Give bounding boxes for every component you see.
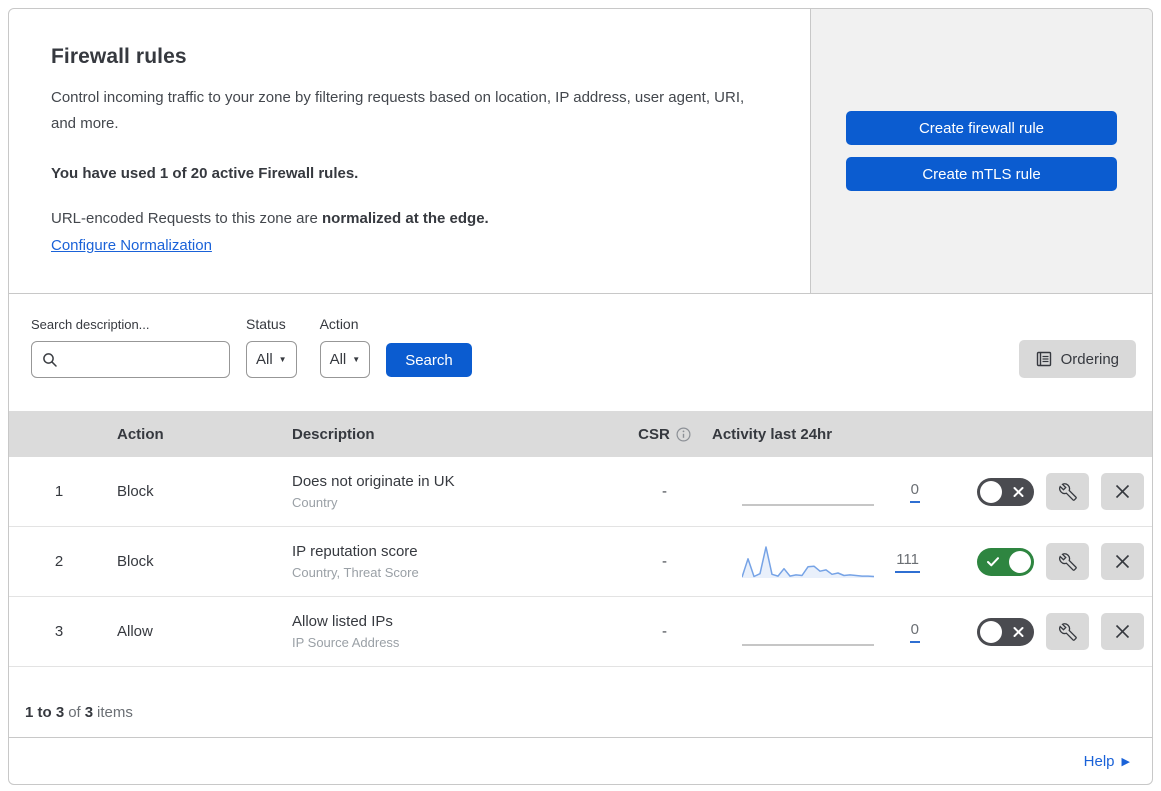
rule-controls: [922, 543, 1152, 580]
table-row: 3 Allow Allow listed IPs IP Source Addre…: [9, 597, 1152, 667]
configure-normalization-link[interactable]: Configure Normalization: [51, 237, 212, 254]
wrench-icon: [1058, 552, 1077, 571]
header-text-block: Firewall rules Control incoming traffic …: [9, 9, 810, 293]
toggle-knob: [1009, 550, 1031, 573]
rule-description: Allow listed IPs: [292, 613, 393, 630]
toggle-knob: [980, 480, 1002, 503]
rule-criteria: Country, Threat Score: [292, 565, 419, 580]
close-icon: [1115, 484, 1130, 499]
x-icon: [1013, 626, 1024, 637]
column-header-description: Description: [292, 425, 375, 443]
rule-activity-cell: 0: [712, 613, 922, 651]
rule-action: Block: [117, 483, 154, 500]
rule-priority: 2: [54, 553, 64, 570]
edit-rule-button[interactable]: [1046, 473, 1089, 510]
ordering-list-icon: [1036, 351, 1052, 367]
firewall-rules-card: Firewall rules Control incoming traffic …: [8, 8, 1153, 785]
create-firewall-rule-button[interactable]: Create firewall rule: [846, 111, 1117, 145]
ordering-button[interactable]: Ordering: [1018, 340, 1136, 378]
create-mtls-rule-button[interactable]: Create mTLS rule: [846, 157, 1117, 191]
activity-sparkline: [741, 543, 875, 581]
x-icon: [1013, 486, 1024, 497]
column-header-action: Action: [117, 425, 164, 443]
rule-description-cell: Does not originate in UK Country: [282, 473, 617, 510]
rule-controls: [922, 613, 1152, 650]
rule-controls: [922, 473, 1152, 510]
activity-count-link[interactable]: 0: [909, 621, 920, 643]
wrench-icon: [1058, 482, 1077, 501]
search-input-container: [31, 341, 230, 378]
rule-criteria: IP Source Address: [292, 635, 400, 650]
delete-rule-button[interactable]: [1101, 543, 1144, 580]
page-title: Firewall rules: [51, 45, 187, 68]
rule-csr: -: [662, 483, 667, 500]
rule-description-cell: IP reputation score Country, Threat Scor…: [282, 543, 617, 580]
delete-rule-button[interactable]: [1101, 613, 1144, 650]
search-button[interactable]: Search: [386, 343, 472, 377]
rule-description: Does not originate in UK: [292, 473, 455, 490]
status-label: Status: [246, 316, 286, 332]
rule-priority: 1: [54, 483, 64, 500]
table-row: 2 Block IP reputation score Country, Thr…: [9, 527, 1152, 597]
action-label: Action: [319, 316, 359, 332]
column-header-csr: CSR: [617, 426, 712, 443]
close-icon: [1115, 624, 1130, 639]
usage-summary: You have used 1 of 20 active Firewall ru…: [51, 165, 359, 182]
activity-sparkline: [742, 613, 874, 651]
info-icon[interactable]: [676, 426, 691, 442]
edit-rule-button[interactable]: [1046, 613, 1089, 650]
status-dropdown[interactable]: All ▼: [246, 341, 297, 378]
wrench-icon: [1058, 622, 1077, 641]
rule-activity-cell: 0: [712, 473, 922, 511]
page-description: Control incoming traffic to your zone by…: [51, 89, 745, 132]
activity-count-link[interactable]: 0: [909, 481, 920, 503]
column-header-activity: Activity last 24hr: [712, 425, 833, 443]
help-link[interactable]: Help ▶: [1084, 753, 1130, 770]
rule-csr: -: [662, 553, 667, 570]
rule-description-cell: Allow listed IPs IP Source Address: [282, 613, 617, 650]
table-header: Action Description CSR Activity last 24h…: [9, 411, 1152, 457]
rule-description: IP reputation score: [292, 543, 418, 560]
activity-sparkline: [742, 473, 874, 511]
rule-action: Block: [117, 553, 154, 570]
filter-section: Search description... Status All ▼ Actio: [9, 294, 1152, 411]
chevron-down-icon: ▼: [278, 355, 287, 364]
search-input[interactable]: [66, 351, 216, 368]
table-row: 1 Block Does not originate in UK Country…: [9, 457, 1152, 527]
chevron-down-icon: ▼: [352, 355, 361, 364]
action-dropdown[interactable]: All ▼: [319, 341, 371, 378]
arrow-right-icon: ▶: [1121, 755, 1130, 768]
edit-rule-button[interactable]: [1046, 543, 1089, 580]
rule-priority: 3: [54, 623, 64, 640]
actions-panel: Create firewall rule Create mTLS rule: [810, 9, 1152, 293]
rule-enabled-toggle[interactable]: [977, 547, 1034, 576]
delete-rule-button[interactable]: [1101, 473, 1144, 510]
rule-enabled-toggle[interactable]: [977, 617, 1034, 646]
close-icon: [1115, 554, 1130, 569]
rule-enabled-toggle[interactable]: [977, 477, 1034, 506]
rule-activity-cell: 111: [712, 543, 922, 581]
search-icon: [42, 352, 58, 368]
normalization-text: URL-encoded Requests to this zone are no…: [51, 210, 489, 227]
activity-count-link[interactable]: 111: [895, 551, 920, 573]
toggle-knob: [980, 620, 1002, 643]
rule-action: Allow: [117, 623, 153, 640]
rule-csr: -: [662, 623, 667, 640]
pagination-summary: 1 to 3 of 3 items: [9, 667, 1152, 738]
header-section: Firewall rules Control incoming traffic …: [9, 9, 1152, 294]
rule-criteria: Country: [292, 495, 338, 510]
check-icon: [987, 556, 999, 567]
search-label: Search description...: [31, 317, 150, 332]
help-section: Help ▶: [9, 738, 1152, 784]
